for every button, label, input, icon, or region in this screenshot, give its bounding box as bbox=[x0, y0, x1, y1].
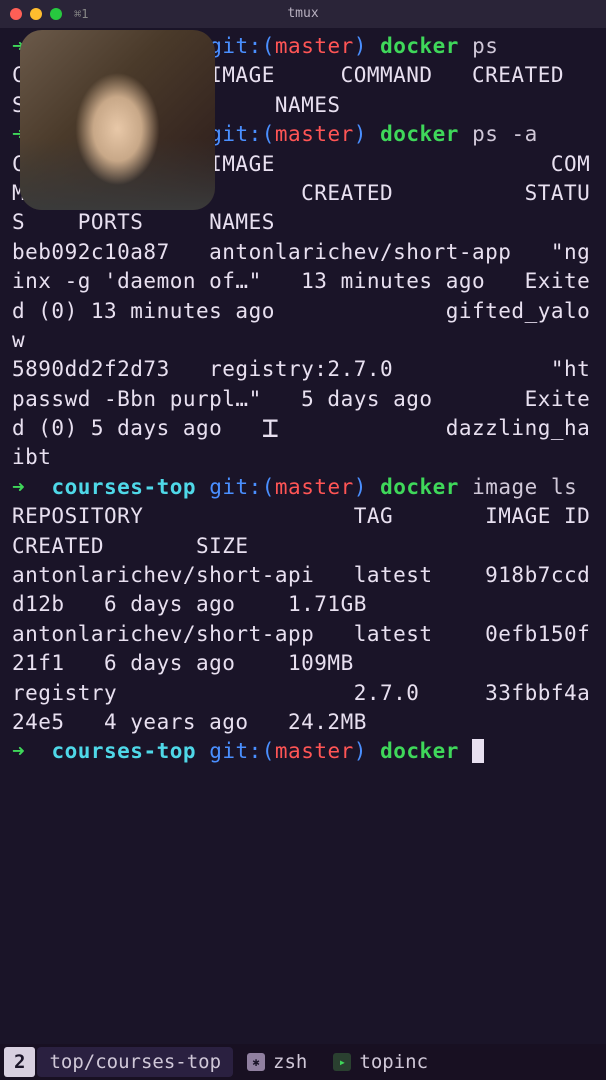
output-line: antonlarichev/short-api latest 918b7ccdd… bbox=[12, 561, 594, 620]
status-path-label: top/courses-top bbox=[49, 1049, 221, 1076]
command-args: image ls bbox=[472, 475, 577, 499]
prompt-arrow-icon: ➜ bbox=[12, 739, 25, 763]
webcam-overlay bbox=[20, 30, 215, 210]
command-args: ps bbox=[472, 34, 498, 58]
status-shell-label: zsh bbox=[273, 1049, 307, 1076]
git-label: git:( bbox=[209, 475, 275, 499]
output-line: 5890dd2f2d73 registry:2.7.0 "htpasswd -B… bbox=[12, 355, 594, 473]
prompt-arrow-icon: ➜ bbox=[12, 475, 25, 499]
output-line: beb092c10a87 antonlarichev/short-app "ng… bbox=[12, 238, 594, 356]
input-cursor bbox=[472, 739, 484, 763]
git-branch: master bbox=[275, 739, 354, 763]
command-name: docker bbox=[380, 34, 459, 58]
output-line: REPOSITORY TAG IMAGE ID CREATED SIZE bbox=[12, 502, 594, 561]
traffic-lights bbox=[10, 8, 62, 20]
tmux-statusbar: 2 top/courses-top ✱ zsh ▸ topinc bbox=[0, 1044, 606, 1080]
tab-indicator: ⌘1 bbox=[74, 6, 88, 23]
status-process-label: topinc bbox=[359, 1049, 428, 1076]
git-branch: master bbox=[275, 475, 354, 499]
status-segment-process[interactable]: ▸ topinc bbox=[321, 1047, 440, 1078]
git-label: git:( bbox=[209, 739, 275, 763]
status-segment-shell[interactable]: ✱ zsh bbox=[235, 1047, 319, 1078]
command-name: docker bbox=[380, 122, 459, 146]
prompt-line: ➜ courses-top git:(master) docker bbox=[12, 737, 594, 766]
command-args: ps -a bbox=[472, 122, 538, 146]
minimize-window-button[interactable] bbox=[30, 8, 42, 20]
window-index[interactable]: 2 bbox=[4, 1047, 35, 1078]
output-line: registry 2.7.0 33fbbf4a24e5 4 years ago … bbox=[12, 679, 594, 738]
person-icon: ✱ bbox=[247, 1053, 265, 1071]
close-window-button[interactable] bbox=[10, 8, 22, 20]
git-branch: master bbox=[275, 122, 354, 146]
window-title: tmux bbox=[287, 5, 318, 23]
output-line: antonlarichev/short-app latest 0efb150f2… bbox=[12, 620, 594, 679]
titlebar: ⌘1 tmux bbox=[0, 0, 606, 28]
maximize-window-button[interactable] bbox=[50, 8, 62, 20]
prompt-cwd: courses-top bbox=[51, 475, 196, 499]
git-label: git:( bbox=[209, 34, 275, 58]
status-segment-path[interactable]: top/courses-top bbox=[37, 1047, 233, 1078]
terminal-icon: ▸ bbox=[333, 1053, 351, 1071]
prompt-cwd: courses-top bbox=[51, 739, 196, 763]
command-name: docker bbox=[380, 475, 459, 499]
prompt-line: ➜ courses-top git:(master) docker image … bbox=[12, 473, 594, 502]
command-name: docker bbox=[380, 739, 459, 763]
git-label: git:( bbox=[209, 122, 275, 146]
git-branch: master bbox=[275, 34, 354, 58]
